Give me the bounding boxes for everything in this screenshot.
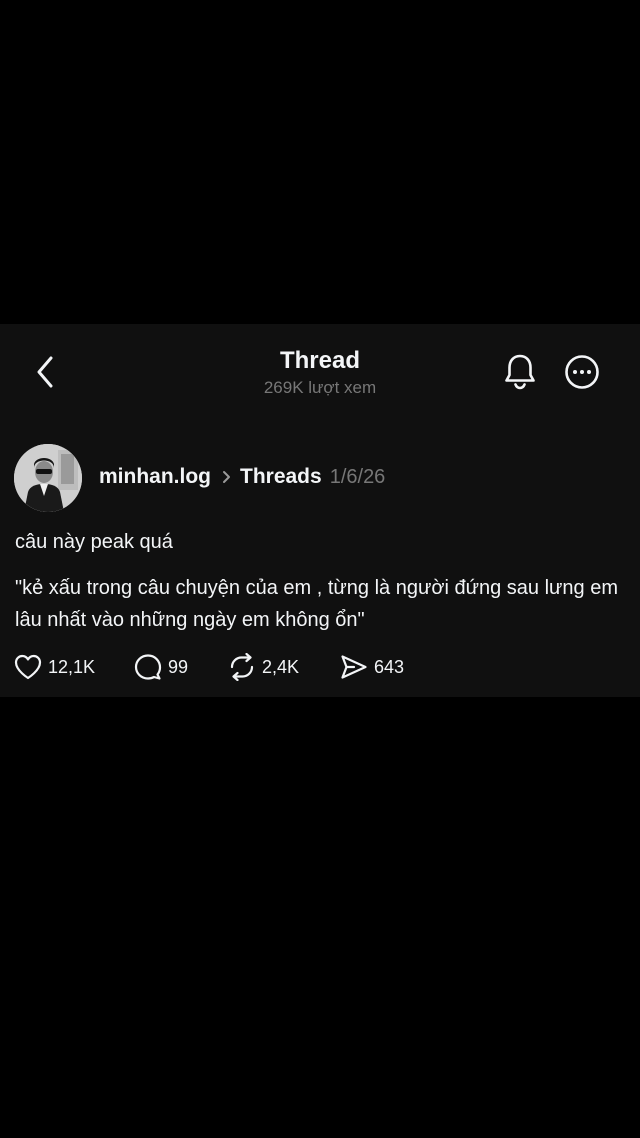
view-count: 269K lượt xem [263, 378, 377, 397]
repost-count: 2,4K [262, 656, 300, 677]
reply-count: 99 [168, 656, 189, 677]
post-author-line: minhan.log Threads 1/6/26 [99, 463, 385, 491]
more-options-button[interactable] [562, 352, 602, 392]
more-circle-icon [565, 355, 599, 389]
post-text: câu này peak quá [15, 531, 173, 553]
avatar[interactable] [14, 444, 82, 512]
reply-button[interactable]: 99 [134, 653, 228, 681]
share-button[interactable]: 643 [340, 654, 430, 680]
repost-icon [230, 653, 254, 681]
like-count: 12,1K [48, 656, 96, 677]
comment-icon [134, 654, 162, 680]
post-actions: 12,1K 99 2,4K 643 [14, 652, 430, 682]
heart-icon [14, 654, 42, 680]
avatar-photo [14, 444, 82, 512]
send-icon [341, 655, 367, 679]
bell-icon [505, 354, 535, 390]
header-title-group: Thread 269K lượt xem [0, 346, 640, 399]
share-count: 643 [374, 656, 405, 677]
community-link[interactable]: Threads [240, 465, 322, 489]
post-quote: "kẻ xấu trong câu chuyện của em , từng l… [15, 577, 618, 631]
username[interactable]: minhan.log [99, 465, 211, 489]
repost-button[interactable]: 2,4K [228, 653, 340, 681]
chevron-right-icon [222, 470, 231, 484]
post-date: 1/6/26 [329, 465, 386, 488]
page-title: Thread [279, 347, 360, 374]
notifications-button[interactable] [500, 352, 540, 392]
like-button[interactable]: 12,1K [14, 654, 134, 680]
thread-panel: Thread 269K lượt xem minhan.log Threads … [0, 324, 640, 697]
thread-header: Thread 269K lượt xem [0, 324, 640, 424]
